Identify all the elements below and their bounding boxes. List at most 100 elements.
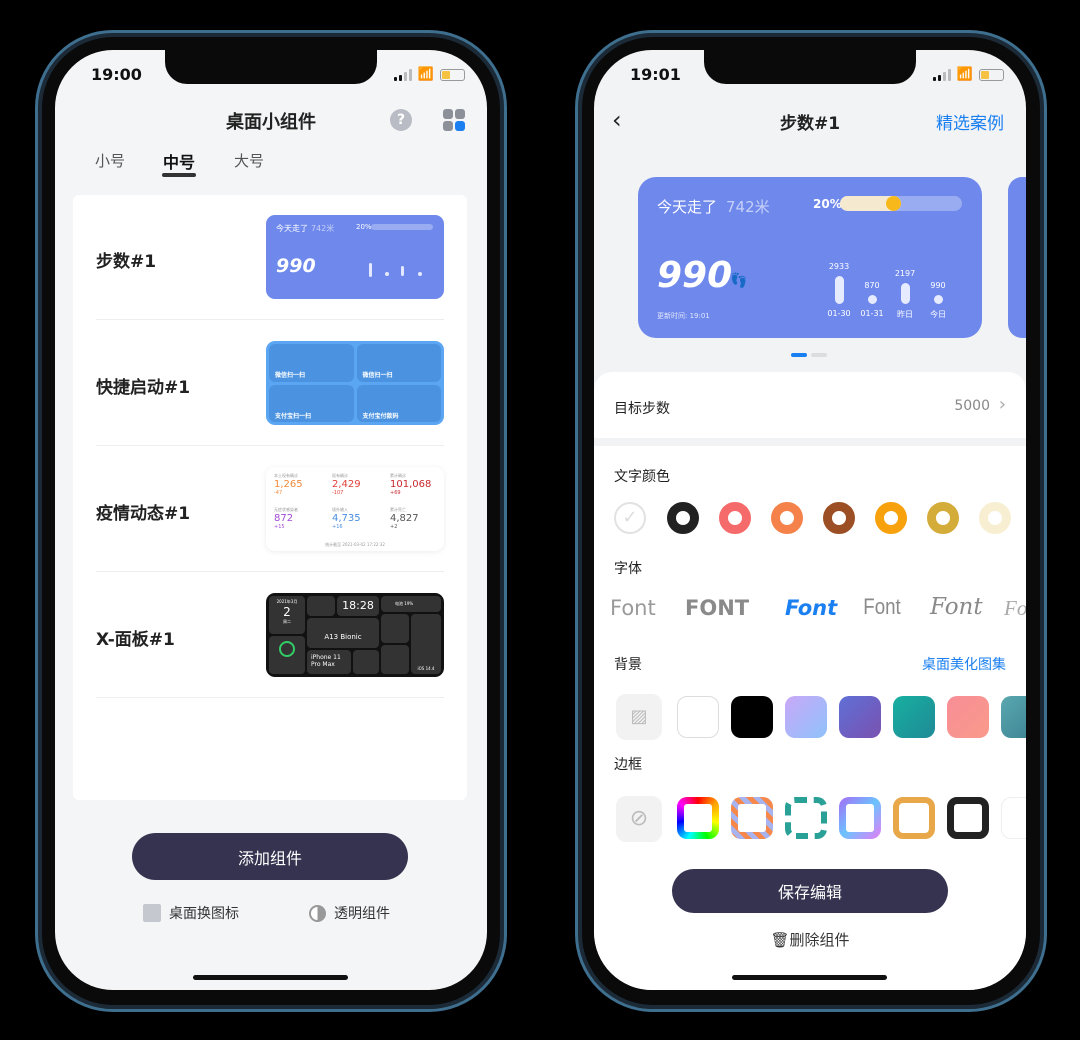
stat-value: 2,429 bbox=[332, 479, 361, 490]
background-gallery-link[interactable]: 桌面美化图集 bbox=[922, 654, 1006, 674]
transparent-label: 透明组件 bbox=[334, 906, 390, 922]
preview-walked-label: 今天走了 bbox=[657, 198, 718, 216]
text-color-option[interactable] bbox=[979, 502, 1011, 534]
page-dot bbox=[811, 353, 827, 357]
no-border-icon[interactable]: ⊘ bbox=[616, 796, 662, 842]
goal-value: 5000 bbox=[954, 398, 990, 414]
status-icons: 📶 bbox=[393, 67, 465, 82]
background-color-option[interactable] bbox=[893, 696, 935, 738]
notch bbox=[704, 50, 916, 84]
text-color-option[interactable] bbox=[875, 502, 907, 534]
thumb-text: A13 Bionic bbox=[307, 618, 379, 648]
tab-large[interactable]: 大号 bbox=[234, 150, 264, 171]
home-indicator bbox=[732, 975, 887, 980]
font-option-selected[interactable]: Font bbox=[785, 596, 837, 620]
thumb-text: 支付宝扫一扫 bbox=[269, 384, 354, 422]
widget-row-quick-launch[interactable]: 快捷启动#1 微信扫一扫 微信扫一扫 支付宝扫一扫 支付宝付款码 bbox=[73, 321, 467, 446]
background-color-option[interactable] bbox=[947, 696, 989, 738]
battery-icon bbox=[979, 68, 1004, 81]
text-color-option[interactable] bbox=[667, 502, 699, 534]
footprints-icon: 👣 bbox=[730, 273, 748, 289]
widget-row-xpanel[interactable]: X-面板#1 2021年3月 2 周二 18:28 电池 19% A13 Bio… bbox=[73, 573, 467, 698]
font-option[interactable]: Font bbox=[863, 594, 900, 620]
wifi-icon: 📶 bbox=[417, 67, 434, 82]
background-color-option[interactable] bbox=[731, 696, 773, 738]
border-option-rainbow[interactable] bbox=[677, 797, 719, 839]
border-option-gold[interactable] bbox=[893, 797, 935, 839]
settings-sheet: 目标步数 5000 › 文字颜色 ✓ 字体 Font FONT Font Fon… bbox=[594, 372, 1026, 990]
border-option-stripes[interactable] bbox=[731, 797, 773, 839]
background-color-option[interactable] bbox=[1001, 696, 1026, 738]
covid-stat: 本土现有确诊 1,265 -47 bbox=[274, 473, 303, 496]
font-option[interactable]: Font bbox=[610, 596, 656, 620]
stat-delta: -107 bbox=[332, 490, 344, 496]
text-color-option[interactable] bbox=[823, 502, 855, 534]
thumb-text: 742米 bbox=[311, 224, 335, 233]
font-option[interactable]: FONT bbox=[685, 596, 749, 620]
bar-value: 2933 bbox=[828, 262, 850, 271]
background-color-option[interactable] bbox=[839, 696, 881, 738]
divider bbox=[96, 697, 444, 698]
transparent-widget-link[interactable]: 透明组件 bbox=[309, 903, 390, 923]
add-widget-button[interactable]: 添加组件 bbox=[132, 833, 408, 880]
divider bbox=[96, 445, 444, 446]
signal-icon bbox=[932, 68, 951, 81]
goal-label: 目标步数 bbox=[614, 401, 670, 417]
widget-label: 快捷启动#1 bbox=[96, 378, 191, 398]
border-option-gradient[interactable] bbox=[839, 797, 881, 839]
page-dot-active bbox=[791, 353, 807, 357]
bar-label: 今日 bbox=[930, 310, 946, 319]
battery-icon bbox=[440, 68, 465, 81]
text-color-option[interactable] bbox=[771, 502, 803, 534]
font-option[interactable]: Fo bbox=[1004, 596, 1026, 621]
widget-row-steps[interactable]: 步数#1 今天走了 742米 20% 990 bbox=[73, 195, 467, 320]
featured-cases-link[interactable]: 精选案例 bbox=[936, 109, 1004, 134]
background-color-option[interactable] bbox=[785, 696, 827, 738]
tab-medium[interactable]: 中号 bbox=[163, 149, 195, 173]
preview-distance: 742米 bbox=[726, 198, 770, 216]
thumb-text: 电池 19% bbox=[381, 596, 441, 612]
change-icon-link[interactable]: 桌面换图标 bbox=[143, 903, 239, 923]
goal-steps-row[interactable]: 目标步数 5000 › bbox=[594, 372, 1026, 438]
help-icon[interactable]: ? bbox=[390, 109, 412, 131]
change-icon-label: 桌面换图标 bbox=[169, 906, 239, 922]
thumb-text: iPhone 11 Pro Max bbox=[307, 650, 351, 674]
font-option[interactable]: Font bbox=[930, 594, 983, 620]
widget-grid-icon[interactable] bbox=[443, 109, 465, 131]
background-color-option[interactable] bbox=[677, 696, 719, 738]
covid-stat: 累计死亡 4,827 +2 bbox=[390, 507, 419, 530]
history-bar bbox=[901, 283, 910, 304]
border-label: 边框 bbox=[614, 757, 642, 773]
progress-track bbox=[840, 196, 962, 211]
save-edit-button[interactable]: 保存编辑 bbox=[672, 869, 948, 913]
widget-row-covid[interactable]: 疫情动态#1 统计截至 2021-03-02 17:22:32 本土现有确诊 1… bbox=[73, 447, 467, 572]
delete-widget-link[interactable]: 🗑删除组件 bbox=[594, 929, 1026, 950]
delete-label: 删除组件 bbox=[789, 931, 850, 949]
image-icon[interactable]: ▨ bbox=[616, 694, 662, 740]
default-color-check-icon[interactable]: ✓ bbox=[614, 502, 646, 534]
border-option-black[interactable] bbox=[947, 797, 989, 839]
bar-value: 990 bbox=[930, 280, 946, 290]
preview-updated: 更新时间: 19:01 bbox=[657, 312, 710, 320]
signal-icon bbox=[393, 68, 412, 81]
tab-active-indicator bbox=[162, 173, 196, 177]
stat-value: 1,265 bbox=[274, 479, 303, 490]
steps-widget-thumbnail: 今天走了 742米 20% 990 bbox=[266, 215, 444, 299]
thumb-text: iOS 14.4 bbox=[411, 614, 441, 674]
stat-delta: +15 bbox=[274, 524, 285, 530]
next-preview-card[interactable] bbox=[1008, 177, 1026, 338]
stat-delta: +2 bbox=[390, 524, 398, 530]
border-option-dashed[interactable] bbox=[785, 797, 827, 839]
border-option-more[interactable] bbox=[1001, 797, 1026, 839]
stat-value: 101,068 bbox=[390, 479, 432, 490]
stat-delta: -47 bbox=[274, 490, 283, 496]
covid-thumbnail: 统计截至 2021-03-02 17:22:32 本土现有确诊 1,265 -4… bbox=[266, 467, 444, 551]
home-indicator bbox=[193, 975, 348, 980]
tab-small[interactable]: 小号 bbox=[95, 150, 125, 171]
section-divider bbox=[594, 438, 1026, 446]
divider bbox=[96, 571, 444, 572]
thumb-text: 18:28 bbox=[337, 596, 379, 616]
text-color-option[interactable] bbox=[927, 502, 959, 534]
page-title: 桌面小组件 bbox=[226, 112, 316, 133]
text-color-option[interactable] bbox=[719, 502, 751, 534]
